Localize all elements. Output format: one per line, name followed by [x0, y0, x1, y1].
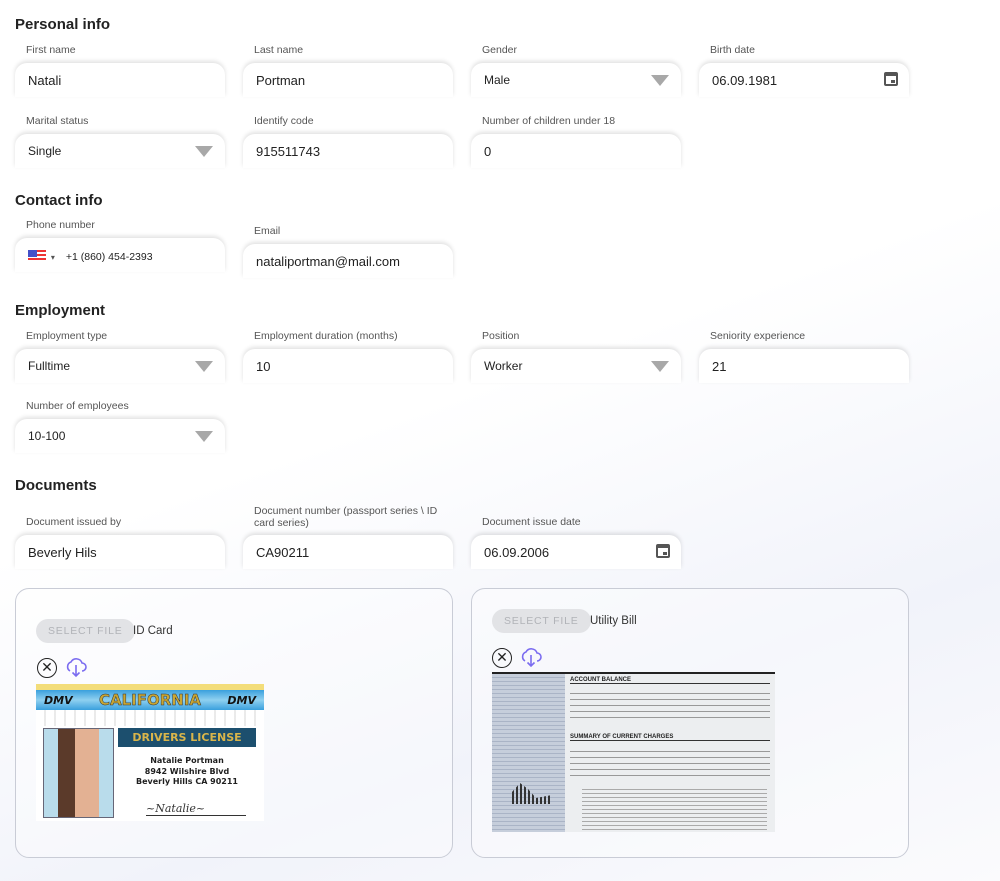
- employment-type-select[interactable]: Fulltime: [15, 349, 225, 383]
- us-flag-icon[interactable]: [28, 250, 46, 262]
- section-title-personal: Personal info: [15, 16, 111, 33]
- drivers-license-title: DRIVERS LICENSE: [118, 728, 256, 747]
- phone-label: Phone number: [26, 219, 95, 231]
- employees-label: Number of employees: [26, 400, 129, 412]
- issued-by-label: Document issued by: [26, 516, 122, 528]
- first-name-label: First name: [26, 44, 76, 56]
- download-cloud-icon[interactable]: [519, 646, 543, 668]
- email-input[interactable]: nataliportman@mail.com: [243, 244, 453, 278]
- gender-select[interactable]: Male: [471, 63, 681, 97]
- issue-date-label: Document issue date: [482, 516, 581, 528]
- bill-heading-summary: SUMMARY OF CURRENT CHARGES: [570, 734, 770, 741]
- issued-by-input[interactable]: Beverly Hils: [15, 535, 225, 569]
- identify-label: Identify code: [254, 115, 314, 127]
- remove-file-icon[interactable]: ✕: [492, 648, 512, 668]
- dropdown-arrow-icon: [651, 75, 669, 86]
- issue-date-input[interactable]: 06.09.2006: [471, 535, 681, 569]
- birth-date-input[interactable]: 06.09.1981: [699, 63, 909, 97]
- first-name-input[interactable]: Natali: [15, 63, 225, 97]
- card-name: Natalie Portman: [150, 756, 224, 765]
- position-label: Position: [482, 330, 520, 342]
- utility-bill-label: Utility Bill: [590, 615, 637, 627]
- position-select[interactable]: Worker: [471, 349, 681, 383]
- birth-date-value: 06.09.1981: [712, 73, 778, 88]
- issue-date-value: 06.09.2006: [484, 545, 550, 560]
- dropdown-arrow-icon: [195, 361, 213, 372]
- card-address1: 8942 Wilshire Blvd: [144, 766, 230, 776]
- identify-input[interactable]: 915511743: [243, 134, 453, 168]
- calendar-icon[interactable]: [656, 544, 670, 558]
- id-card-upload-card: SELECT FILE ID Card ✕ DMV CALIFORNIA DMV…: [15, 588, 453, 858]
- download-cloud-icon[interactable]: [64, 656, 88, 678]
- email-label: Email: [254, 225, 281, 237]
- last-name-label: Last name: [254, 44, 304, 56]
- marital-label: Marital status: [26, 115, 89, 127]
- employees-select[interactable]: 10-100: [15, 419, 225, 453]
- section-title-employment: Employment: [15, 302, 106, 319]
- employment-type-value: Fulltime: [28, 359, 71, 373]
- remove-file-icon[interactable]: ✕: [37, 658, 57, 678]
- select-file-button[interactable]: SELECT FILE: [36, 619, 135, 643]
- marital-select[interactable]: Single: [15, 134, 225, 168]
- duration-label: Employment duration (months): [254, 330, 398, 342]
- seniority-label: Seniority experience: [710, 330, 806, 342]
- calendar-icon[interactable]: [884, 72, 898, 86]
- gender-label: Gender: [482, 44, 518, 56]
- employees-value: 10-100: [28, 429, 66, 443]
- children-label: Number of children under 18: [482, 115, 616, 127]
- dmv-text: DMV: [227, 693, 256, 707]
- gender-value: Male: [484, 73, 511, 87]
- duration-input[interactable]: 10: [243, 349, 453, 383]
- california-text: CALIFORNIA: [98, 691, 202, 710]
- document-number-input[interactable]: CA90211: [243, 535, 453, 569]
- dropdown-arrow-icon: [195, 146, 213, 157]
- select-file-button[interactable]: SELECT FILE: [492, 609, 591, 633]
- utility-bill-image: ACCOUNT BALANCE SUMMARY OF CURRENT CHARG…: [492, 672, 775, 832]
- section-title-contact: Contact info: [15, 192, 103, 209]
- dropdown-arrow-icon: [651, 361, 669, 372]
- section-title-documents: Documents: [15, 477, 97, 494]
- birth-date-label: Birth date: [710, 44, 755, 56]
- phone-value: +1 (860) 454-2393: [65, 251, 153, 263]
- id-card-image: DMV CALIFORNIA DMV DRIVERS LICENSE Natal…: [36, 684, 264, 821]
- id-card-label: ID Card: [133, 625, 173, 637]
- phone-input[interactable]: ▾ +1 (860) 454-2393: [15, 238, 225, 272]
- position-value: Worker: [484, 359, 523, 373]
- dropdown-arrow-icon: [195, 431, 213, 442]
- employment-type-label: Employment type: [26, 330, 108, 342]
- bill-heading-balance: ACCOUNT BALANCE: [570, 677, 770, 684]
- signature: ~Natalie~: [146, 802, 246, 816]
- dmv-text: DMV: [44, 693, 73, 707]
- marital-value: Single: [28, 144, 62, 158]
- seniority-input[interactable]: 21: [699, 349, 909, 383]
- last-name-input[interactable]: Portman: [243, 63, 453, 97]
- document-number-label: Document number (passport series \ ID ca…: [254, 505, 438, 529]
- card-address2: Beverly Hills CA 90211: [136, 777, 238, 786]
- country-dropdown-icon[interactable]: ▾: [51, 253, 55, 262]
- children-input[interactable]: 0: [471, 134, 681, 168]
- utility-bill-upload-card: SELECT FILE Utility Bill ✕ ACCOUNT BALAN…: [471, 588, 909, 858]
